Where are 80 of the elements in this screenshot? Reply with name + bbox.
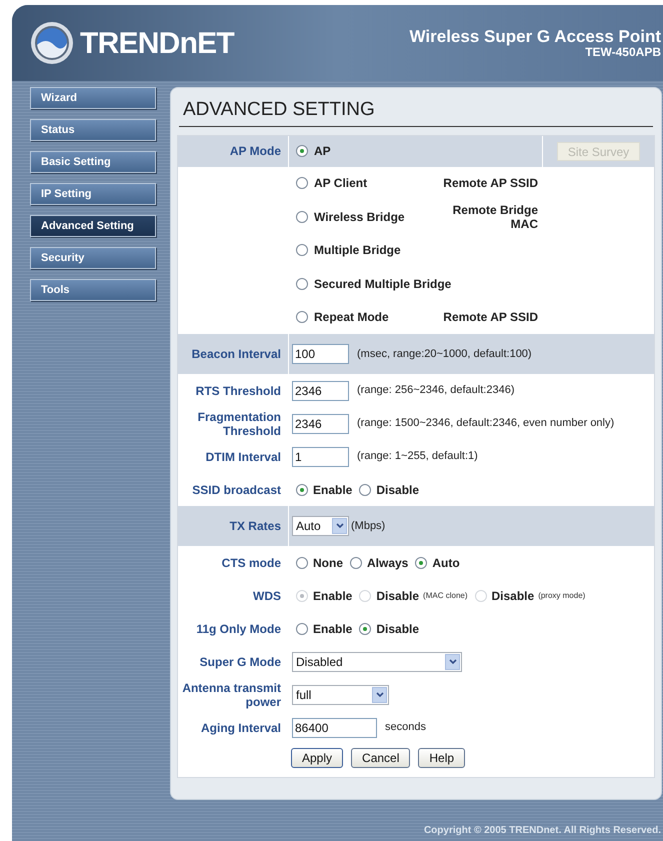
hint-text: seconds — [385, 720, 426, 736]
note-label: Remote AP SSID — [442, 310, 538, 324]
field-label: WDS — [253, 588, 281, 602]
radio-label: Enable — [313, 588, 352, 604]
hint-text: (Mbps) — [351, 518, 386, 534]
dropdown[interactable]: full — [292, 684, 389, 704]
caret-icon — [332, 518, 347, 534]
sidebar-item[interactable]: Basic Setting — [30, 151, 156, 173]
field-label: SSID broadcast — [192, 482, 281, 496]
caret-icon — [372, 686, 387, 702]
radio-label: Repeat Mode — [314, 309, 389, 326]
radio-label: Wireless Bridge — [314, 208, 405, 226]
field-label: DTIM Interval — [206, 450, 281, 464]
input-field[interactable]: 1 — [292, 446, 349, 466]
field-label: RTS Threshold — [196, 384, 281, 398]
caret-icon — [445, 654, 460, 670]
sidebar-item[interactable]: Security — [30, 247, 156, 269]
input-field[interactable]: 86400 — [292, 718, 377, 738]
product-title: Wireless Super G Access Point — [410, 28, 661, 45]
field-label: 11g Only Mode — [196, 622, 281, 636]
radio-button[interactable] — [296, 311, 308, 324]
radio-label: AP Client — [314, 175, 368, 192]
field-label: Fragmentation Threshold — [196, 410, 281, 438]
page-title: ADVANCED SETTING — [179, 96, 653, 126]
hint-text: (range: 256~2346, default:2346) — [357, 383, 514, 398]
radio-label: AP — [314, 143, 331, 160]
radio-button[interactable] — [296, 210, 308, 223]
copyright-text: Copyright © 2005 TRENDnet. All Rights Reserved. — [424, 824, 661, 838]
field-label: Super G Mode — [200, 654, 281, 668]
action-button[interactable]: Apply — [291, 748, 344, 768]
radio-label: None — [313, 554, 343, 572]
sidebar-item[interactable]: Wizard — [30, 87, 156, 109]
field-label: CTS mode — [222, 556, 281, 570]
radio-button[interactable] — [296, 622, 308, 634]
logo-icon — [30, 21, 74, 65]
dropdown[interactable]: Auto — [292, 516, 349, 536]
logo-text: TRENDnET — [80, 26, 234, 62]
radio-label: Secured Multiple Bridge — [314, 276, 452, 293]
option-detail: (MAC clone) — [423, 590, 468, 602]
radio-label: Disable — [376, 620, 420, 638]
field-label: AP Mode — [230, 143, 281, 160]
radio-button[interactable] — [296, 556, 308, 568]
sidebar-item[interactable]: IP Setting — [30, 183, 156, 205]
radio-button[interactable] — [296, 244, 308, 256]
radio-button[interactable] — [350, 556, 362, 568]
field-label: Aging Interval — [200, 720, 281, 734]
radio-button[interactable] — [296, 278, 308, 290]
radio-label: Disable — [492, 588, 534, 604]
hint-text: (range: 1500~2346, default:2346, even number only) — [357, 416, 614, 432]
option-detail: (proxy mode) — [538, 590, 586, 602]
radio-label: Disable — [376, 588, 420, 604]
action-button[interactable]: Help — [418, 748, 466, 768]
radio-button[interactable] — [359, 484, 372, 496]
radio-label: Enable — [313, 620, 352, 638]
hint-text: (msec, range:20~1000, default:100) — [357, 346, 532, 362]
radio-button[interactable] — [296, 484, 308, 496]
field-label: Beacon Interval — [192, 347, 281, 361]
input-field[interactable]: 100 — [292, 344, 349, 364]
radio-button[interactable] — [415, 556, 428, 568]
radio-label: Multiple Bridge — [314, 242, 401, 260]
model-number: TEW-450APB — [585, 46, 661, 58]
radio-label: Enable — [313, 482, 352, 498]
sidebar-item[interactable]: Tools — [30, 279, 156, 301]
dropdown[interactable]: Disabled — [292, 652, 462, 672]
radio-button[interactable] — [359, 622, 372, 634]
sidebar-item[interactable]: Advanced Setting — [30, 215, 156, 237]
input-field[interactable]: 2346 — [292, 380, 349, 400]
radio-button[interactable] — [296, 177, 308, 190]
radio-label: Auto — [432, 554, 460, 572]
note-label: Remote Bridge MAC — [452, 202, 538, 231]
radio-label: Disable — [376, 482, 420, 498]
radio-button[interactable] — [296, 145, 308, 157]
hint-text: (range: 1~255, default:1) — [357, 449, 478, 464]
field-label: Antenna transmit power — [181, 680, 281, 708]
action-button[interactable]: Cancel — [351, 748, 410, 768]
input-field[interactable]: 2346 — [292, 414, 349, 434]
sidebar-item[interactable]: Status — [30, 119, 156, 141]
note-label: Remote AP SSID — [442, 176, 538, 190]
radio-label: Always — [367, 554, 408, 572]
field-label: TX Rates — [230, 519, 281, 533]
